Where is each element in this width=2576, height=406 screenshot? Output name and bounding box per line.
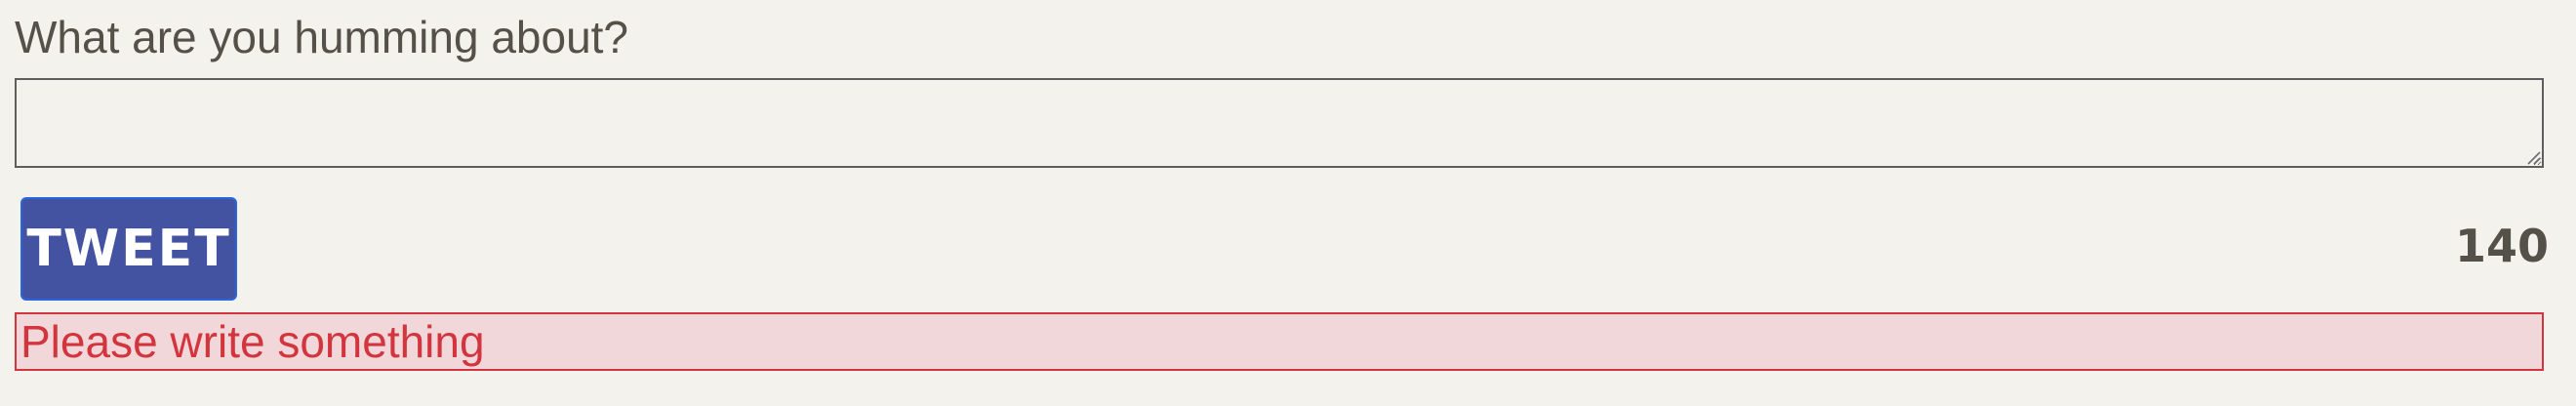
- tweet-button[interactable]: TWEET: [20, 197, 237, 301]
- compose-prompt-label: What are you humming about?: [15, 12, 629, 62]
- error-message: Please write something: [15, 312, 2544, 371]
- tweet-textarea[interactable]: [15, 78, 2544, 168]
- character-count: 140: [2454, 220, 2549, 272]
